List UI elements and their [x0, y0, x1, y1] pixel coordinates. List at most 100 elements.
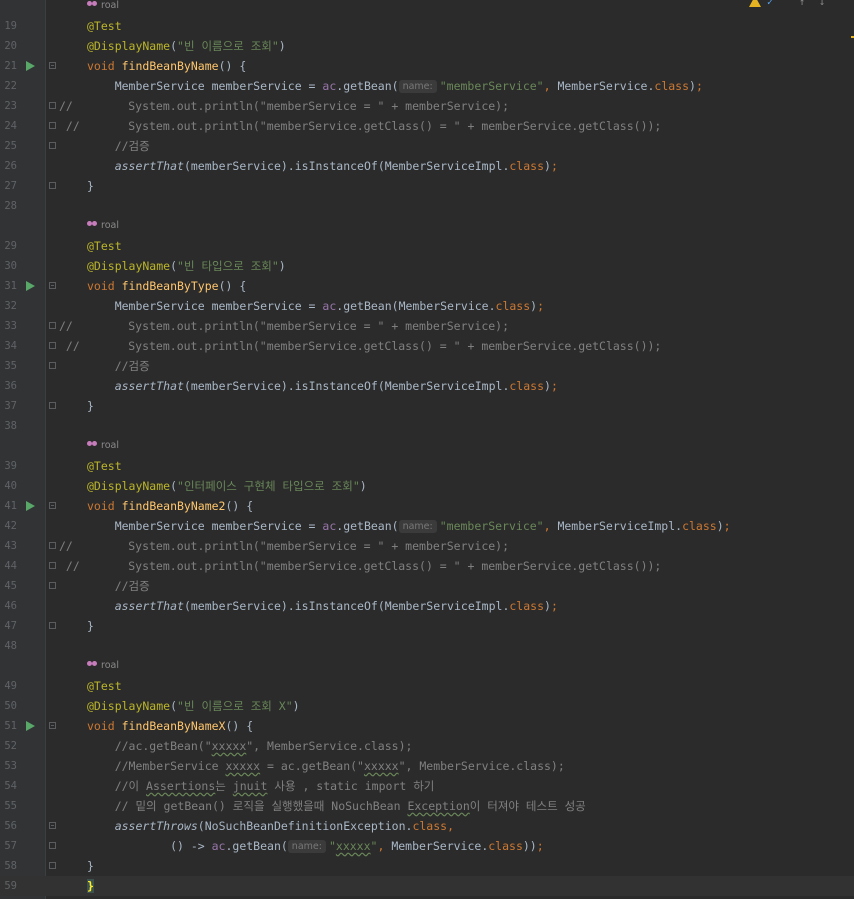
code-text[interactable]: @Test	[87, 456, 122, 476]
code-text[interactable]: //검증	[87, 136, 150, 156]
code-text[interactable]: @Test	[87, 16, 122, 36]
code-text[interactable]: // System.out.println("memberService = "…	[59, 536, 509, 556]
fold-marker-icon[interactable]	[49, 102, 56, 109]
code-text[interactable]: //MemberService xxxxx = ac.getBean("xxxx…	[87, 756, 565, 776]
code-text[interactable]: @DisplayName("인터페이스 구현체 타입으로 조회")	[87, 476, 367, 496]
fold-collapse-icon[interactable]	[49, 722, 56, 729]
code-text[interactable]: assertThrows(NoSuchBeanDefinitionExcepti…	[87, 816, 454, 836]
user-icon	[87, 221, 98, 229]
code-text[interactable]: void findBeanByNameX() {	[87, 716, 253, 736]
code-text[interactable]: @DisplayName("빈 타입으로 조회")	[87, 256, 286, 276]
fold-marker-icon[interactable]	[49, 362, 56, 369]
code-text[interactable]: //이 Assertions는 jnuit 사용 , static import…	[87, 776, 435, 796]
code-token: MemberService memberService =	[87, 299, 323, 313]
code-text[interactable]: MemberService memberService = ac.getBean…	[87, 296, 544, 316]
code-editor[interactable]: roal 19 @Test 20 @DisplayName("빈 이름으로 조회") 21…	[0, 0, 854, 899]
code-token: class	[412, 819, 448, 833]
code-text[interactable]: }	[87, 396, 94, 416]
code-token: "빈 타입으로 조회"	[177, 259, 279, 273]
code-token: )	[716, 519, 724, 533]
fold-collapse-icon[interactable]	[49, 282, 56, 289]
fold-marker-icon[interactable]	[49, 562, 56, 569]
code-token: // System.out.println("memberService = "…	[59, 99, 510, 113]
fold-marker-icon[interactable]	[49, 622, 56, 629]
code-text[interactable]: //ac.getBean("xxxxx", MemberService.clas…	[87, 736, 413, 756]
author-hint[interactable]: roal	[87, 218, 119, 234]
code-text[interactable]: @Test	[87, 236, 122, 256]
code-token: ,	[377, 839, 392, 853]
code-token: (memberService).isInstanceOf(MemberServi…	[183, 599, 510, 613]
code-text[interactable]: () -> ac.getBean(name: "xxxxx", MemberSer…	[87, 836, 544, 856]
code-line: 20 @DisplayName("빈 이름으로 조회")	[0, 36, 854, 56]
run-test-icon[interactable]	[26, 281, 35, 291]
code-text[interactable]: // System.out.println("memberService = "…	[59, 316, 509, 336]
code-text[interactable]: }	[87, 176, 94, 196]
code-text[interactable]: void findBeanByType() {	[87, 276, 246, 296]
line-number: 23	[4, 100, 17, 112]
code-text[interactable]: assertThat(memberService).isInstanceOf(M…	[87, 376, 558, 396]
user-icon	[87, 661, 98, 669]
code-text[interactable]: // System.out.println("memberService.get…	[59, 116, 661, 136]
code-token: .getBean(	[336, 519, 399, 533]
code-token: findBeanByName2	[121, 499, 226, 513]
code-token: @DisplayName	[87, 479, 171, 493]
prev-highlight-icon[interactable]: ↑	[799, 0, 805, 8]
author-hint[interactable]: roal	[87, 658, 119, 674]
code-text[interactable]: // System.out.println("memberService.get…	[59, 336, 661, 356]
inspection-icon[interactable]: ✓	[767, 0, 773, 8]
fold-marker-icon[interactable]	[49, 142, 56, 149]
fold-marker-icon[interactable]	[49, 402, 56, 409]
fold-collapse-icon[interactable]	[49, 62, 56, 69]
fold-marker-icon[interactable]	[49, 862, 56, 869]
fold-collapse-icon[interactable]	[49, 502, 56, 509]
code-line: 27}	[0, 176, 854, 196]
code-token: ac	[322, 519, 337, 533]
code-token: //검증	[87, 139, 150, 153]
fold-marker-icon[interactable]	[49, 322, 56, 329]
code-text[interactable]: @DisplayName("빈 이름으로 조회")	[87, 36, 286, 56]
fold-marker-icon[interactable]	[49, 342, 56, 349]
code-token: )	[359, 479, 367, 493]
author-name: roal	[101, 660, 119, 671]
code-text[interactable]: void findBeanByName() {	[87, 56, 246, 76]
code-text[interactable]: }	[87, 856, 94, 876]
fold-marker-icon[interactable]	[49, 542, 56, 549]
warning-icon[interactable]	[749, 0, 761, 7]
code-text[interactable]: MemberService memberService = ac.getBean…	[87, 76, 703, 96]
code-text[interactable]: @Test	[87, 676, 122, 696]
code-text[interactable]: MemberService memberService = ac.getBean…	[87, 516, 731, 536]
code-text[interactable]: @DisplayName("빈 이름으로 조회 X")	[87, 696, 300, 716]
fold-marker-icon[interactable]	[49, 122, 56, 129]
author-hint[interactable]: roal	[87, 0, 119, 14]
code-text[interactable]: }	[87, 876, 94, 896]
code-text[interactable]: }	[87, 616, 94, 636]
author-hint[interactable]: roal	[87, 438, 119, 454]
code-text[interactable]: //검증	[87, 576, 150, 596]
code-text[interactable]: // System.out.println("memberService = "…	[59, 96, 509, 116]
run-test-icon[interactable]	[26, 501, 35, 511]
code-text[interactable]: // 밑의 getBean() 로직을 실행했을때 NoSuchBean Exc…	[87, 796, 586, 816]
code-token: ;	[723, 519, 731, 533]
code-text[interactable]: assertThat(memberService).isInstanceOf(M…	[87, 156, 558, 176]
line-number: 53	[4, 760, 17, 772]
code-token: )	[544, 159, 551, 173]
code-token: class	[509, 379, 544, 393]
next-highlight-icon[interactable]: ↓	[819, 0, 825, 8]
code-token: (	[170, 479, 178, 493]
fold-marker-icon[interactable]	[49, 842, 56, 849]
code-line: 41 void findBeanByName2() {	[0, 496, 854, 516]
code-text[interactable]: //검증	[87, 356, 150, 376]
line-number: 20	[4, 40, 17, 52]
code-text[interactable]: // System.out.println("memberService.get…	[59, 556, 661, 576]
fold-marker-icon[interactable]	[49, 182, 56, 189]
fold-marker-icon[interactable]	[49, 582, 56, 589]
code-token: }	[87, 179, 94, 193]
run-test-icon[interactable]	[26, 721, 35, 731]
code-token: ;	[550, 159, 558, 173]
fold-collapse-icon[interactable]	[49, 822, 56, 829]
editor-inspection-widget[interactable]: ✓ ↑ ↓	[749, 0, 844, 10]
run-test-icon[interactable]	[26, 61, 35, 71]
code-text[interactable]: void findBeanByName2() {	[87, 496, 253, 516]
code-token: () {	[218, 279, 247, 293]
code-text[interactable]: assertThat(memberService).isInstanceOf(M…	[87, 596, 558, 616]
